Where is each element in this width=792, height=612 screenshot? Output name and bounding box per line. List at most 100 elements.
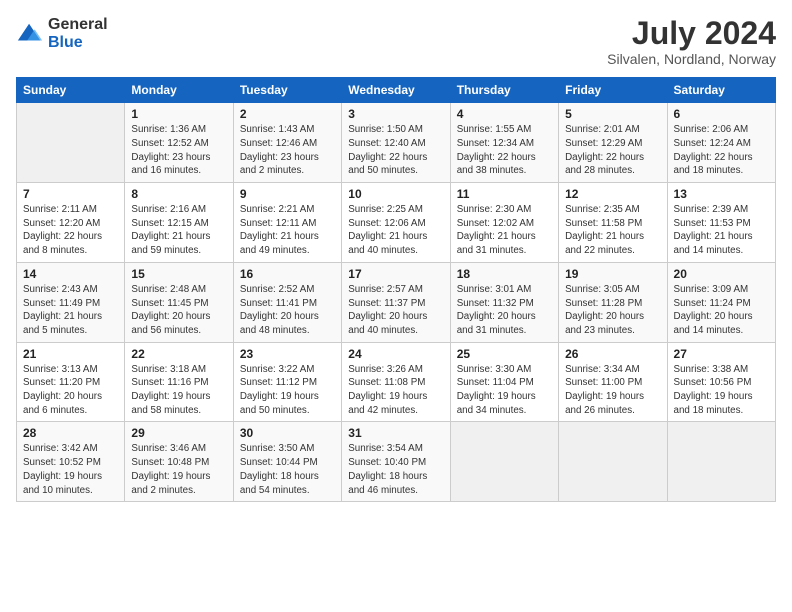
day-info: Sunrise: 2:48 AMSunset: 11:45 PMDaylight… — [131, 283, 226, 338]
calendar-cell: 11 Sunrise: 2:30 AMSunset: 12:02 AMDaylig… — [450, 183, 558, 263]
day-number: 7 — [23, 187, 118, 201]
calendar-cell: 15 Sunrise: 2:48 AMSunset: 11:45 PMDaylig… — [125, 262, 233, 342]
calendar-cell: 16 Sunrise: 2:52 AMSunset: 11:41 PMDaylig… — [233, 262, 341, 342]
day-number: 19 — [565, 267, 660, 281]
day-number: 6 — [674, 107, 769, 121]
day-info: Sunrise: 3:30 AMSunset: 11:04 PMDaylight… — [457, 363, 552, 418]
day-info: Sunrise: 3:46 AMSunset: 10:48 PMDaylight… — [131, 442, 226, 497]
logo-icon — [16, 20, 44, 48]
calendar-cell — [17, 103, 125, 183]
day-info: Sunrise: 2:57 AMSunset: 11:37 PMDaylight… — [348, 283, 443, 338]
day-number: 13 — [674, 187, 769, 201]
day-number: 18 — [457, 267, 552, 281]
calendar-cell: 12 Sunrise: 2:35 AMSunset: 11:58 PMDaylig… — [559, 183, 667, 263]
day-info: Sunrise: 2:16 AMSunset: 12:15 AMDaylight… — [131, 203, 226, 258]
title-block: July 2024 Silvalen, Nordland, Norway — [607, 16, 776, 67]
calendar-cell: 29 Sunrise: 3:46 AMSunset: 10:48 PMDaylig… — [125, 422, 233, 502]
day-number: 21 — [23, 347, 118, 361]
day-number: 9 — [240, 187, 335, 201]
calendar-cell: 24Sunrise: 3:26 AMSunset: 11:08 PMDaylig… — [342, 342, 450, 422]
day-info: Sunrise: 3:50 AMSunset: 10:44 PMDaylight… — [240, 442, 335, 497]
day-number: 25 — [457, 347, 552, 361]
day-number: 8 — [131, 187, 226, 201]
day-info: Sunrise: 3:54 AMSunset: 10:40 PMDaylight… — [348, 442, 443, 497]
calendar-cell: 27Sunrise: 3:38 AMSunset: 10:56 PMDaylig… — [667, 342, 775, 422]
day-info: Sunrise: 3:34 AMSunset: 11:00 PMDaylight… — [565, 363, 660, 418]
day-info: Sunrise: 2:01 AMSunset: 12:29 AMDaylight… — [565, 123, 660, 178]
day-number: 15 — [131, 267, 226, 281]
day-info: Sunrise: 2:11 AMSunset: 12:20 AMDaylight… — [23, 203, 118, 258]
calendar-cell: 31Sunrise: 3:54 AMSunset: 10:40 PMDaylig… — [342, 422, 450, 502]
calendar-cell: 1Sunrise: 1:36 AMSunset: 12:52 AMDayligh… — [125, 103, 233, 183]
day-number: 14 — [23, 267, 118, 281]
calendar-cell: 4 Sunrise: 1:55 AMSunset: 12:34 AMDayligh… — [450, 103, 558, 183]
calendar-header: SundayMondayTuesdayWednesdayThursdayFrid… — [17, 78, 776, 103]
main-title: July 2024 — [607, 16, 776, 51]
calendar-cell: 7 Sunrise: 2:11 AMSunset: 12:20 AMDayligh… — [17, 183, 125, 263]
page-header: General Blue July 2024 Silvalen, Nordlan… — [16, 16, 776, 67]
calendar-cell: 22 Sunrise: 3:18 AMSunset: 11:16 PMDaylig… — [125, 342, 233, 422]
calendar-cell: 5Sunrise: 2:01 AMSunset: 12:29 AMDayligh… — [559, 103, 667, 183]
logo: General Blue — [16, 16, 108, 51]
calendar-cell: 10Sunrise: 2:25 AMSunset: 12:06 AMDaylig… — [342, 183, 450, 263]
day-number: 22 — [131, 347, 226, 361]
day-info: Sunrise: 1:50 AMSunset: 12:40 AMDaylight… — [348, 123, 443, 178]
week-row-5: 28Sunrise: 3:42 AMSunset: 10:52 PMDaylig… — [17, 422, 776, 502]
day-info: Sunrise: 1:55 AMSunset: 12:34 AMDaylight… — [457, 123, 552, 178]
logo-general-text: General — [48, 16, 108, 34]
day-number: 3 — [348, 107, 443, 121]
day-number: 10 — [348, 187, 443, 201]
subtitle: Silvalen, Nordland, Norway — [607, 51, 776, 67]
day-number: 20 — [674, 267, 769, 281]
calendar-cell: 18 Sunrise: 3:01 AMSunset: 11:32 PMDaylig… — [450, 262, 558, 342]
day-number: 23 — [240, 347, 335, 361]
day-info: Sunrise: 1:43 AMSunset: 12:46 AMDaylight… — [240, 123, 335, 178]
day-number: 29 — [131, 426, 226, 440]
calendar-cell: 20Sunrise: 3:09 AMSunset: 11:24 PMDaylig… — [667, 262, 775, 342]
day-number: 11 — [457, 187, 552, 201]
day-info: Sunrise: 2:06 AMSunset: 12:24 AMDaylight… — [674, 123, 769, 178]
calendar-cell: 30Sunrise: 3:50 AMSunset: 10:44 PMDaylig… — [233, 422, 341, 502]
calendar-cell: 23 Sunrise: 3:22 AMSunset: 11:12 PMDaylig… — [233, 342, 341, 422]
day-info: Sunrise: 3:18 AMSunset: 11:16 PMDaylight… — [131, 363, 226, 418]
week-row-4: 21Sunrise: 3:13 AMSunset: 11:20 PMDaylig… — [17, 342, 776, 422]
calendar-body: 1Sunrise: 1:36 AMSunset: 12:52 AMDayligh… — [17, 103, 776, 502]
day-info: Sunrise: 3:38 AMSunset: 10:56 PMDaylight… — [674, 363, 769, 418]
calendar-cell: 6 Sunrise: 2:06 AMSunset: 12:24 AMDayligh… — [667, 103, 775, 183]
calendar-cell: 2Sunrise: 1:43 AMSunset: 12:46 AMDayligh… — [233, 103, 341, 183]
day-number: 1 — [131, 107, 226, 121]
col-header-monday: Monday — [125, 78, 233, 103]
day-number: 12 — [565, 187, 660, 201]
day-info: Sunrise: 2:35 AMSunset: 11:58 PMDaylight… — [565, 203, 660, 258]
day-info: Sunrise: 2:52 AMSunset: 11:41 PMDaylight… — [240, 283, 335, 338]
week-row-3: 14 Sunrise: 2:43 AMSunset: 11:49 PMDaylig… — [17, 262, 776, 342]
day-number: 26 — [565, 347, 660, 361]
day-number: 4 — [457, 107, 552, 121]
day-number: 24 — [348, 347, 443, 361]
day-number: 28 — [23, 426, 118, 440]
calendar-cell: 21Sunrise: 3:13 AMSunset: 11:20 PMDaylig… — [17, 342, 125, 422]
calendar-table: SundayMondayTuesdayWednesdayThursdayFrid… — [16, 77, 776, 502]
day-info: Sunrise: 3:22 AMSunset: 11:12 PMDaylight… — [240, 363, 335, 418]
calendar-cell: 26 Sunrise: 3:34 AMSunset: 11:00 PMDaylig… — [559, 342, 667, 422]
calendar-cell: 25 Sunrise: 3:30 AMSunset: 11:04 PMDaylig… — [450, 342, 558, 422]
day-info: Sunrise: 2:30 AMSunset: 12:02 AMDaylight… — [457, 203, 552, 258]
logo-blue-text: Blue — [48, 34, 108, 52]
col-header-wednesday: Wednesday — [342, 78, 450, 103]
col-header-saturday: Saturday — [667, 78, 775, 103]
calendar-cell: 9 Sunrise: 2:21 AMSunset: 12:11 AMDayligh… — [233, 183, 341, 263]
day-info: Sunrise: 3:05 AMSunset: 11:28 PMDaylight… — [565, 283, 660, 338]
day-info: Sunrise: 2:43 AMSunset: 11:49 PMDaylight… — [23, 283, 118, 338]
day-info: Sunrise: 2:21 AMSunset: 12:11 AMDaylight… — [240, 203, 335, 258]
calendar-cell: 14 Sunrise: 2:43 AMSunset: 11:49 PMDaylig… — [17, 262, 125, 342]
day-info: Sunrise: 3:01 AMSunset: 11:32 PMDaylight… — [457, 283, 552, 338]
day-number: 17 — [348, 267, 443, 281]
col-header-friday: Friday — [559, 78, 667, 103]
day-info: Sunrise: 2:39 AMSunset: 11:53 PMDaylight… — [674, 203, 769, 258]
header-row: SundayMondayTuesdayWednesdayThursdayFrid… — [17, 78, 776, 103]
calendar-cell: 19 Sunrise: 3:05 AMSunset: 11:28 PMDaylig… — [559, 262, 667, 342]
calendar-cell — [450, 422, 558, 502]
day-number: 16 — [240, 267, 335, 281]
col-header-sunday: Sunday — [17, 78, 125, 103]
week-row-1: 1Sunrise: 1:36 AMSunset: 12:52 AMDayligh… — [17, 103, 776, 183]
